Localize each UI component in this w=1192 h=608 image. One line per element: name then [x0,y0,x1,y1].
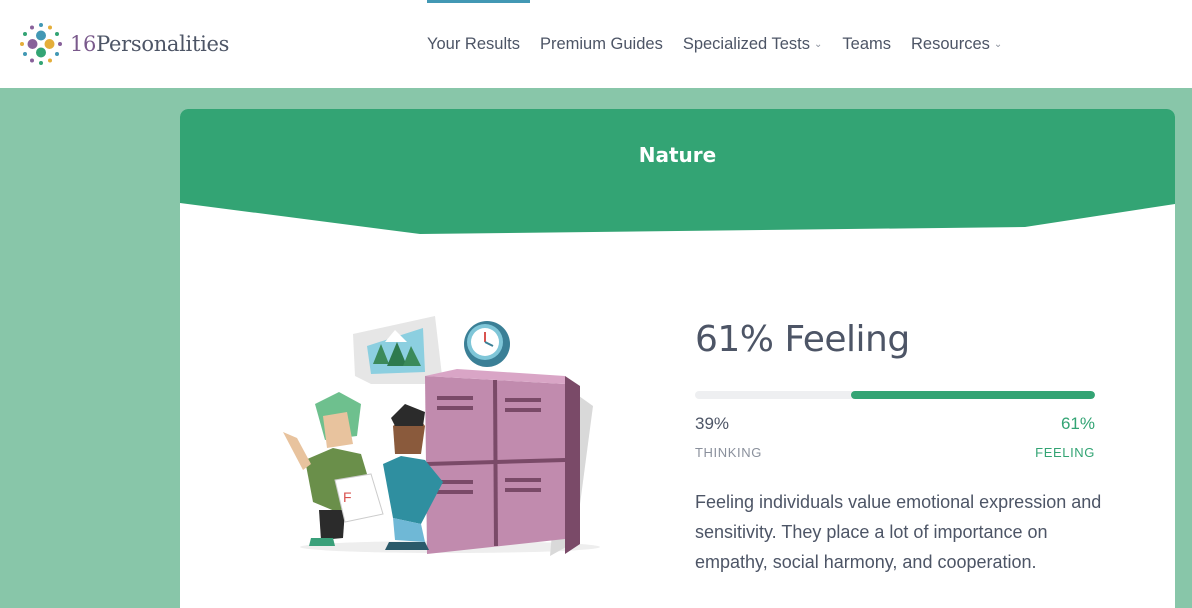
feeling-label: FEELING [1035,445,1095,460]
nav-label: Specialized Tests [682,34,811,53]
nav-your-results[interactable]: Your Results [417,0,530,88]
nav-label: Teams [842,34,892,53]
nav-resources[interactable]: Resources ⌄ [901,0,1012,88]
thinking-label: THINKING [695,445,762,460]
brand-word: Personalities [96,32,230,56]
brand-number: 16 [70,32,97,56]
nav-teams[interactable]: Teams [832,0,901,88]
thinking-percent: 39% [695,414,730,433]
trait-progress-fill [851,391,1095,399]
illustration: F [275,314,605,559]
trait-banner: Nature [180,109,1175,239]
banner-title: Nature [638,143,717,167]
nav-specialized-tests[interactable]: Specialized Tests ⌄ [673,0,833,88]
nav-label: Premium Guides [539,34,663,53]
brand-logo[interactable]: 16Personalities [18,22,229,66]
banner-shape [180,109,1175,234]
feeling-percent: 61% [1060,414,1095,433]
brand-name: 16Personalities [70,32,229,56]
chevron-down-icon: ⌄ [993,38,1003,50]
svg-text:F: F [343,489,352,505]
nav-premium-guides[interactable]: Premium Guides [530,0,673,88]
trait-description: Feeling individuals value emotional expr… [695,492,1102,572]
main-nav: Your Results Premium Guides Specialized … [417,0,1012,88]
chevron-down-icon: ⌄ [814,38,823,50]
logo-dots-icon [20,23,62,65]
trait-card: Nature F 61% Feeling 39% 61% THINKING FE… [180,109,1175,608]
trait-progress-bar [695,391,1095,399]
top-header: 16Personalities Your Results Premium Gui… [0,0,1192,88]
result-title: 61% Feeling [695,319,910,360]
nav-label: Your Results [427,34,520,53]
nav-label: Resources [911,34,990,53]
